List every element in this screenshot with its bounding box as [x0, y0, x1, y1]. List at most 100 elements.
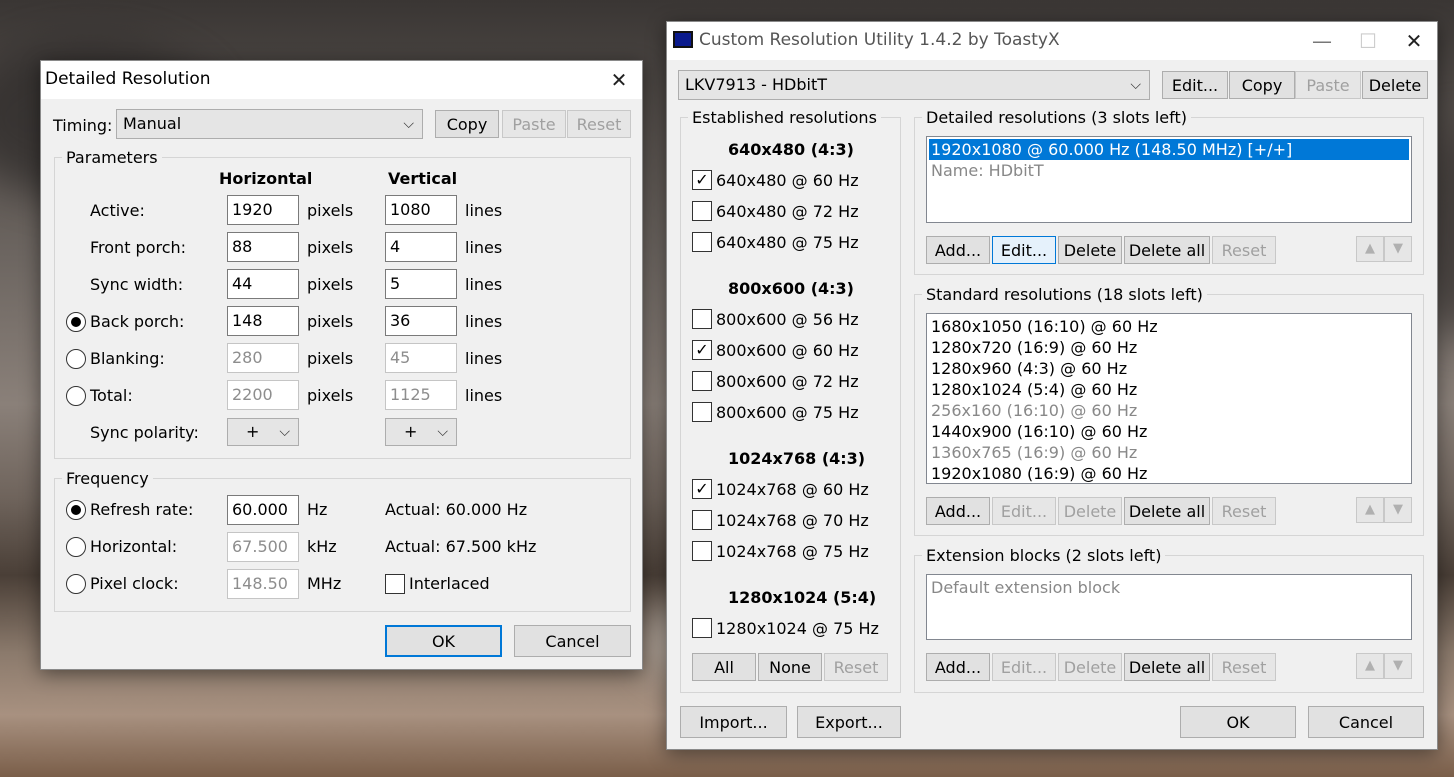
- timing-select[interactable]: Manual ⌵: [116, 109, 423, 139]
- standard-list-item[interactable]: 1280x960 (4:3) @ 60 Hz: [929, 358, 1409, 379]
- established-checkbox[interactable]: [692, 402, 712, 422]
- detailed-delete-all-button[interactable]: Delete all: [1124, 236, 1210, 264]
- extension-list-item[interactable]: Default extension block: [929, 577, 1409, 598]
- chevron-down-icon: ⌵: [403, 116, 414, 132]
- move-up-icon[interactable]: ▲: [1356, 497, 1384, 523]
- maximize-icon[interactable]: ☐: [1345, 22, 1391, 60]
- pixel-clock-input[interactable]: 148.50: [227, 569, 299, 599]
- detailed-list-item[interactable]: 1920x1080 @ 60.000 Hz (148.50 MHz) [+/+]: [929, 139, 1409, 160]
- detailed-delete-button[interactable]: Delete: [1058, 236, 1122, 264]
- move-up-icon[interactable]: ▲: [1356, 653, 1384, 679]
- standard-list[interactable]: 1680x1050 (16:10) @ 60 Hz 1280x720 (16:9…: [926, 313, 1412, 484]
- total-h-input[interactable]: 2200: [227, 380, 299, 410]
- monitor-delete-button[interactable]: Delete: [1362, 71, 1428, 99]
- detailed-edit-button[interactable]: Edit...: [992, 236, 1056, 264]
- horizontal-freq-radio[interactable]: [66, 537, 86, 557]
- standard-delete-all-button[interactable]: Delete all: [1124, 497, 1210, 525]
- timing-reset-button[interactable]: Reset: [567, 110, 631, 138]
- established-item-label: 640x480 @ 60 Hz: [716, 171, 859, 190]
- total-v-input[interactable]: 1125: [385, 380, 457, 410]
- minimize-icon[interactable]: —: [1299, 22, 1345, 60]
- total-radio[interactable]: [66, 386, 86, 406]
- refresh-rate-radio[interactable]: [66, 500, 86, 520]
- import-button[interactable]: Import...: [680, 706, 787, 738]
- close-icon[interactable]: ✕: [1391, 22, 1437, 60]
- monitor-copy-button[interactable]: Copy: [1229, 71, 1295, 99]
- established-all-button[interactable]: All: [692, 653, 756, 681]
- established-heading: 640x480 (4:3): [728, 140, 854, 159]
- active-h-input[interactable]: 1920: [227, 195, 299, 225]
- cru-title: Custom Resolution Utility 1.4.2 by Toast…: [699, 30, 1060, 50]
- blanking-radio[interactable]: [66, 349, 86, 369]
- move-down-icon[interactable]: ▼: [1384, 236, 1412, 262]
- front-porch-v-input[interactable]: 4: [385, 232, 457, 262]
- chevron-down-icon: ⌵: [437, 424, 448, 440]
- detailed-reset-button[interactable]: Reset: [1212, 236, 1276, 264]
- horizontal-freq-input[interactable]: 67.500: [227, 532, 299, 562]
- established-checkbox[interactable]: [692, 201, 712, 221]
- monitor-edit-button[interactable]: Edit...: [1162, 71, 1228, 99]
- extension-delete-button[interactable]: Delete: [1058, 653, 1122, 681]
- established-checkbox[interactable]: ✓: [692, 340, 712, 360]
- sync-width-h-input[interactable]: 44: [227, 269, 299, 299]
- standard-list-item[interactable]: 1280x1024 (5:4) @ 60 Hz: [929, 379, 1409, 400]
- established-item-label: 640x480 @ 75 Hz: [716, 233, 859, 252]
- h-polarity-select[interactable]: + ⌵: [227, 418, 299, 446]
- dialog-cancel-button[interactable]: Cancel: [514, 625, 631, 657]
- cru-cancel-button[interactable]: Cancel: [1308, 706, 1424, 738]
- move-down-icon[interactable]: ▼: [1384, 653, 1412, 679]
- standard-reset-button[interactable]: Reset: [1212, 497, 1276, 525]
- established-checkbox[interactable]: ✓: [692, 479, 712, 499]
- timing-paste-button[interactable]: Paste: [502, 110, 566, 138]
- dialog-ok-button[interactable]: OK: [385, 625, 502, 657]
- standard-delete-button[interactable]: Delete: [1058, 497, 1122, 525]
- standard-list-item[interactable]: 1680x1050 (16:10) @ 60 Hz: [929, 316, 1409, 337]
- extension-edit-button[interactable]: Edit...: [992, 653, 1056, 681]
- back-porch-v-input[interactable]: 36: [385, 306, 457, 336]
- extension-reset-button[interactable]: Reset: [1212, 653, 1276, 681]
- move-up-icon[interactable]: ▲: [1356, 236, 1384, 262]
- established-checkbox[interactable]: [692, 371, 712, 391]
- v-polarity-value: +: [404, 422, 418, 441]
- standard-list-item[interactable]: 1280x720 (16:9) @ 60 Hz: [929, 337, 1409, 358]
- extension-delete-all-button[interactable]: Delete all: [1124, 653, 1210, 681]
- blanking-h-input[interactable]: 280: [227, 343, 299, 373]
- blanking-v-input[interactable]: 45: [385, 343, 457, 373]
- established-item-label: 640x480 @ 72 Hz: [716, 202, 859, 221]
- standard-list-item[interactable]: 1440x900 (16:10) @ 60 Hz: [929, 421, 1409, 442]
- established-checkbox[interactable]: [692, 541, 712, 561]
- established-checkbox[interactable]: [692, 309, 712, 329]
- established-checkbox[interactable]: [692, 510, 712, 530]
- cru-ok-button[interactable]: OK: [1180, 706, 1296, 738]
- sync-width-v-input[interactable]: 5: [385, 269, 457, 299]
- detailed-list[interactable]: 1920x1080 @ 60.000 Hz (148.50 MHz) [+/+]…: [926, 136, 1412, 223]
- established-checkbox[interactable]: [692, 618, 712, 638]
- timing-copy-button[interactable]: Copy: [435, 110, 499, 138]
- detailed-add-button[interactable]: Add...: [926, 236, 990, 264]
- established-none-button[interactable]: None: [758, 653, 822, 681]
- export-button[interactable]: Export...: [797, 706, 901, 738]
- close-icon[interactable]: ✕: [596, 61, 642, 99]
- refresh-rate-input[interactable]: 60.000: [227, 495, 299, 525]
- active-v-input[interactable]: 1080: [385, 195, 457, 225]
- back-porch-radio[interactable]: [66, 312, 86, 332]
- v-polarity-select[interactable]: + ⌵: [385, 418, 457, 446]
- standard-edit-button[interactable]: Edit...: [992, 497, 1056, 525]
- back-porch-h-input[interactable]: 148: [227, 306, 299, 336]
- established-reset-button[interactable]: Reset: [824, 653, 888, 681]
- front-porch-h-input[interactable]: 88: [227, 232, 299, 262]
- move-down-icon[interactable]: ▼: [1384, 497, 1412, 523]
- interlaced-checkbox[interactable]: [385, 574, 405, 594]
- established-checkbox[interactable]: [692, 232, 712, 252]
- standard-add-button[interactable]: Add...: [926, 497, 990, 525]
- standard-list-item[interactable]: 256x160 (16:10) @ 60 Hz: [929, 400, 1409, 421]
- standard-list-item[interactable]: 1920x1080 (16:9) @ 60 Hz: [929, 463, 1409, 483]
- monitor-paste-button[interactable]: Paste: [1295, 71, 1361, 99]
- monitor-select[interactable]: LKV7913 - HDbitT ⌵: [678, 70, 1150, 100]
- extension-list[interactable]: Default extension block: [926, 574, 1412, 640]
- extension-add-button[interactable]: Add...: [926, 653, 990, 681]
- detailed-list-item[interactable]: Name: HDbitT: [929, 160, 1409, 181]
- established-checkbox[interactable]: ✓: [692, 170, 712, 190]
- standard-list-item[interactable]: 1360x765 (16:9) @ 60 Hz: [929, 442, 1409, 463]
- pixel-clock-radio[interactable]: [66, 574, 86, 594]
